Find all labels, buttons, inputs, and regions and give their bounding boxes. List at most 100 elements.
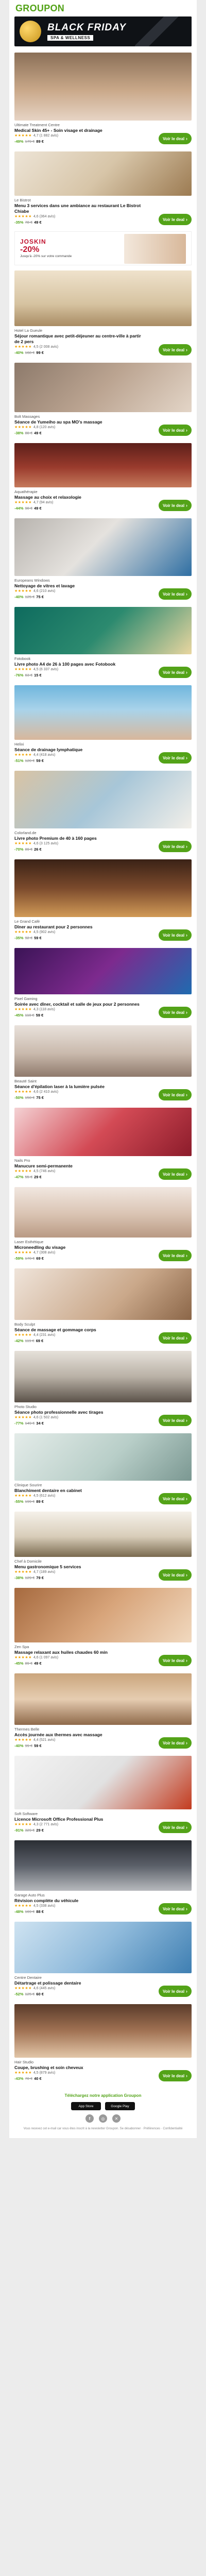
deal-card[interactable]: Fotobook Livre photo A4 de 26 à 100 pages… bbox=[9, 604, 197, 682]
view-deal-button[interactable]: Voir le deal › bbox=[159, 1493, 192, 1504]
view-deal-button[interactable]: Voir le deal › bbox=[159, 1903, 192, 1914]
deal-title[interactable]: Détartrage et polissage dentaire bbox=[14, 1980, 143, 1986]
deal-card[interactable]: Colorland.de Livre photo Premium de 40 à … bbox=[9, 768, 197, 856]
deal-title[interactable]: Séance de massage et gommage corps bbox=[14, 1327, 143, 1333]
deal-image[interactable] bbox=[14, 1187, 192, 1238]
deal-image[interactable] bbox=[14, 685, 192, 740]
deal-card[interactable]: Hair Studio Coupe, brushing et soin cheve… bbox=[9, 2001, 197, 2086]
deal-card[interactable]: Photo Studio Séance photo professionnelle… bbox=[9, 1348, 197, 1430]
deal-card[interactable]: Ultimate Treatment Centre Medical Skin 45… bbox=[9, 49, 197, 148]
deal-title[interactable]: Coupe, brushing et soin cheveux bbox=[14, 2065, 143, 2071]
deal-title[interactable]: Massage au choix et relaxologie bbox=[14, 495, 143, 500]
deal-card[interactable]: Soft Software Licence Microsoft Office Pr… bbox=[9, 1753, 197, 1837]
instagram-icon[interactable]: ◎ bbox=[99, 2114, 107, 2123]
deal-image[interactable] bbox=[14, 443, 192, 487]
view-deal-button[interactable]: Voir le deal › bbox=[159, 1415, 192, 1426]
view-deal-button[interactable]: Voir le deal › bbox=[159, 133, 192, 144]
deal-image[interactable] bbox=[14, 1433, 192, 1481]
view-deal-button[interactable]: Voir le deal › bbox=[159, 1655, 192, 1666]
deal-title[interactable]: Massage relaxant aux huiles chaudes 60 m… bbox=[14, 1650, 143, 1655]
deal-image[interactable] bbox=[14, 771, 192, 828]
view-deal-button[interactable]: Voir le deal › bbox=[159, 425, 192, 436]
view-deal-button[interactable]: Voir le deal › bbox=[159, 841, 192, 852]
deal-title[interactable]: Soirée avec dîner, cocktail et salle de … bbox=[14, 1002, 143, 1007]
deal-card[interactable]: Laser Esthétique Microneedling du visage ★… bbox=[9, 1184, 197, 1265]
deal-image[interactable] bbox=[14, 1673, 192, 1725]
deal-card[interactable]: Garage Auto Plus Révision complète du véh… bbox=[9, 1837, 197, 1919]
deal-card[interactable]: Thermes Belle Accès journée aux thermes a… bbox=[9, 1670, 197, 1753]
facebook-icon[interactable]: f bbox=[85, 2114, 94, 2123]
view-deal-button[interactable]: Voir le deal › bbox=[159, 588, 192, 600]
deal-title[interactable]: Séjour romantique avec petit-déjeuner au… bbox=[14, 333, 143, 345]
deal-image[interactable] bbox=[14, 270, 192, 326]
deal-title[interactable]: Menu 3 services dans une ambiance au res… bbox=[14, 203, 143, 214]
deal-image[interactable] bbox=[14, 1588, 192, 1642]
google-play-button[interactable]: Google Play bbox=[105, 2102, 135, 2110]
deal-card[interactable]: Le Bistrot Menu 3 services dans une ambia… bbox=[9, 148, 197, 229]
sponsored-ad[interactable]: JOSKIN -20% Jusqu'à -20% sur votre command… bbox=[14, 231, 192, 265]
view-deal-button[interactable]: Voir le deal › bbox=[159, 929, 192, 941]
deal-image[interactable] bbox=[14, 1922, 192, 1973]
deal-title[interactable]: Séance de drainage lymphatique bbox=[14, 747, 143, 753]
deal-image[interactable] bbox=[14, 518, 192, 576]
view-deal-button[interactable]: Voir le deal › bbox=[159, 2070, 192, 2081]
deal-title[interactable]: Séance d'épilation laser à la lumière pu… bbox=[14, 1084, 143, 1090]
deal-card[interactable]: Beauté Saint Séance d'épilation laser à l… bbox=[9, 1022, 197, 1105]
view-deal-button[interactable]: Voir le deal › bbox=[159, 500, 192, 511]
deal-card[interactable]: Chef à Domicile Menu gastronomique 5 serv… bbox=[9, 1509, 197, 1585]
deal-image[interactable] bbox=[14, 53, 192, 121]
deal-image[interactable] bbox=[14, 2004, 192, 2058]
deal-title[interactable]: Révision complète du véhicule bbox=[14, 1898, 143, 1904]
deal-card[interactable]: Pixel Gaming Soirée avec dîner, cocktail … bbox=[9, 945, 197, 1022]
deal-title[interactable]: Séance photo professionnelle avec tirage… bbox=[14, 1410, 143, 1415]
deal-title[interactable]: Microneedling du visage bbox=[14, 1245, 143, 1250]
deal-card[interactable]: Nails Pro Manucure semi-permanente ★★★★★ 4,… bbox=[9, 1105, 197, 1184]
view-deal-button[interactable]: Voir le deal › bbox=[159, 1089, 192, 1100]
view-deal-button[interactable]: Voir le deal › bbox=[159, 1168, 192, 1180]
view-deal-button[interactable]: Voir le deal › bbox=[159, 667, 192, 678]
view-deal-button[interactable]: Voir le deal › bbox=[159, 214, 192, 225]
view-deal-button[interactable]: Voir le deal › bbox=[159, 1250, 192, 1261]
deal-card[interactable]: Aquathérapie Massage au choix et relaxolo… bbox=[9, 440, 197, 515]
deal-title[interactable]: Menu gastronomique 5 services bbox=[14, 1564, 143, 1570]
deal-card[interactable]: Body Sculpt Séance de massage et gommage … bbox=[9, 1265, 197, 1348]
view-deal-button[interactable]: Voir le deal › bbox=[159, 752, 192, 764]
view-deal-button[interactable]: Voir le deal › bbox=[159, 344, 192, 355]
view-deal-button[interactable]: Voir le deal › bbox=[159, 1332, 192, 1344]
deal-image[interactable] bbox=[14, 607, 192, 654]
deal-card[interactable]: Hotel La Gueule Séjour romantique avec pe… bbox=[9, 267, 197, 360]
deal-card[interactable]: Europeans Windows Nettoyage de vitres et … bbox=[9, 515, 197, 604]
deal-title[interactable]: Manucure semi-permanente bbox=[14, 1163, 143, 1169]
deal-image[interactable] bbox=[14, 363, 192, 412]
deal-image[interactable] bbox=[14, 1756, 192, 1809]
deal-title[interactable]: Séance de Yumeiho au spa MO's massage bbox=[14, 419, 143, 425]
deal-image[interactable] bbox=[14, 151, 192, 196]
deal-card[interactable]: Le Grand Café Dîner au restaurant pour 2 … bbox=[9, 856, 197, 945]
deal-title[interactable]: Licence Microsoft Office Professional Pl… bbox=[14, 1817, 143, 1822]
deal-card[interactable]: Clinique Sourire Blanchiment dentaire en … bbox=[9, 1430, 197, 1509]
deal-title[interactable]: Nettoyage de vitres et lavage bbox=[14, 583, 143, 589]
view-deal-button[interactable]: Voir le deal › bbox=[159, 1007, 192, 1018]
deal-image[interactable] bbox=[14, 1025, 192, 1077]
deal-image[interactable] bbox=[14, 1108, 192, 1156]
deal-title[interactable]: Medical Skin 45+ - Soin visage et draina… bbox=[14, 128, 143, 133]
x-icon[interactable]: ✕ bbox=[112, 2114, 121, 2123]
view-deal-button[interactable]: Voir le deal › bbox=[159, 1822, 192, 1833]
view-deal-button[interactable]: Voir le deal › bbox=[159, 1986, 192, 1997]
deal-card[interactable]: Centre Dentaire Détartrage et polissage d… bbox=[9, 1919, 197, 2001]
deal-image[interactable] bbox=[14, 859, 192, 917]
deal-image[interactable] bbox=[14, 1351, 192, 1402]
view-deal-button[interactable]: Voir le deal › bbox=[159, 1737, 192, 1749]
deal-image[interactable] bbox=[14, 1268, 192, 1320]
deal-title[interactable]: Dîner au restaurant pour 2 personnes bbox=[14, 924, 143, 930]
black-friday-banner[interactable]: BLACK FRIDAY SPA & WELLNESS bbox=[14, 16, 192, 46]
groupon-logo[interactable]: GROUPON bbox=[15, 3, 64, 14]
view-deal-button[interactable]: Voir le deal › bbox=[159, 1569, 192, 1581]
deal-image[interactable] bbox=[14, 1840, 192, 1891]
app-store-button[interactable]: App Store bbox=[71, 2102, 101, 2110]
deal-image[interactable] bbox=[14, 948, 192, 994]
deal-image[interactable] bbox=[14, 1512, 192, 1557]
deal-title[interactable]: Blanchiment dentaire en cabinet bbox=[14, 1488, 143, 1494]
deal-card[interactable]: Bolt Massages Séance de Yumeiho au spa MO… bbox=[9, 360, 197, 440]
deal-card[interactable]: Zen Spa Massage relaxant aux huiles chaud… bbox=[9, 1585, 197, 1670]
